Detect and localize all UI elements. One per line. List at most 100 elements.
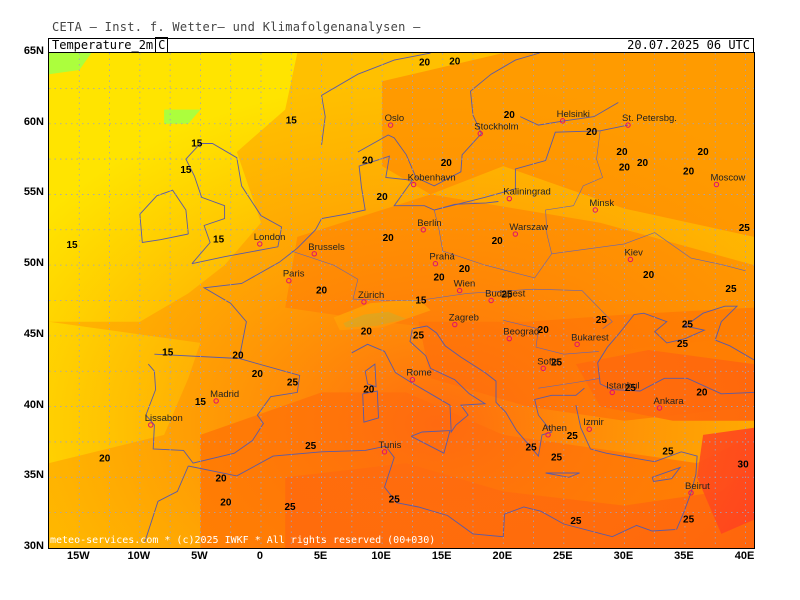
isotherm-label: 20 (698, 147, 710, 158)
lon-label-25E: 25E (553, 550, 573, 562)
isotherm-label: 25 (305, 441, 317, 452)
city-label: Wien (454, 279, 476, 290)
copyright-line: meteo-services.com * (c)2025 IWKF * All … (50, 535, 436, 546)
city-label: Helsinki (557, 109, 590, 120)
isotherm-label: 20 (419, 58, 431, 69)
isotherm-label: 25 (596, 315, 608, 326)
unit-label: C (155, 37, 169, 53)
lat-label-45N: 45N (23, 327, 44, 340)
city-label: Zürich (358, 290, 384, 301)
isotherm-label: 20 (361, 326, 373, 337)
city-label: Beirut (685, 481, 710, 492)
lon-label-40E: 40E (734, 550, 755, 562)
lat-label-65N: 65N (23, 45, 44, 57)
field-label-group: Temperature_2m C (52, 37, 169, 53)
lon-label-20E: 20E (492, 550, 513, 562)
isotherm-label: 20 (683, 167, 695, 178)
isotherm-label: 20 (586, 127, 598, 138)
city-label: Lissabon (145, 413, 183, 424)
isotherm-label: 25 (284, 502, 296, 513)
isotherm-label: 20 (215, 474, 227, 485)
isotherm-label: 25 (389, 495, 401, 506)
lon-label-5E: 5E (313, 550, 328, 562)
isotherm-label: 20 (377, 192, 389, 203)
city-label: Sofia (537, 356, 559, 367)
lon-label-15W: 15W (66, 550, 90, 562)
product-title: CETA — Inst. f. Wetter— und Klimafolgena… (52, 20, 421, 34)
city-label: Prahá (429, 252, 455, 263)
city-label: Kaliningrad (503, 187, 551, 198)
isotherm-label: 20 (538, 325, 550, 336)
lon-label-10E: 10E (371, 550, 391, 562)
isotherm-label: 15 (191, 138, 203, 149)
isotherm-label: 25 (677, 339, 689, 350)
isotherm-label: 20 (99, 454, 111, 465)
city-label: Izmir (583, 417, 604, 428)
city-label: Rome (406, 368, 431, 379)
isotherm-label: 20 (504, 110, 516, 121)
city-label: Moscow (710, 173, 745, 184)
lat-label-30N: 30N (23, 540, 44, 552)
isotherm-label: 25 (526, 442, 538, 453)
isotherm-label: 20 (696, 387, 708, 398)
city-label: Madrid (210, 389, 239, 400)
isotherm-label: 25 (413, 331, 425, 342)
isotherm-label: 20 (492, 236, 504, 247)
isotherm-label: 25 (682, 319, 694, 330)
city-label: Warszaw (509, 222, 548, 233)
isotherm-label: 25 (739, 223, 751, 234)
isotherm-label: 15 (162, 348, 174, 359)
city-label: Paris (283, 269, 305, 280)
isotherm-label: 20 (362, 155, 374, 166)
isotherm-label: 20 (459, 264, 471, 275)
isotherm-label: 20 (232, 350, 244, 361)
isotherm-label: 15 (180, 165, 192, 176)
lat-label-60N: 60N (23, 115, 44, 128)
isotherm-label: 20 (619, 162, 631, 173)
isotherm-label: 25 (287, 377, 299, 388)
lon-label-10W: 10W (127, 550, 151, 562)
city-label: Bukarest (571, 332, 609, 343)
city-label: Minsk (589, 198, 614, 209)
isotherm-label: 25 (570, 516, 582, 527)
isotherm-label: 30 (738, 459, 750, 470)
isotherm-label: 20 (316, 285, 328, 296)
isotherm-label: 20 (449, 56, 461, 67)
isotherm-label: 25 (551, 452, 563, 463)
isotherm-label: 15 (213, 235, 225, 246)
city-label: Stockholm (474, 122, 518, 133)
city-label: Beograd (503, 327, 539, 338)
city-label: Brussels (308, 242, 345, 253)
lon-label-15E: 15E (431, 550, 452, 562)
lat-label-35N: 35N (23, 469, 44, 482)
map-canvas: 20 20 15 20 20 20 20 20 15 15 20 20 20 20 20 25 15 15 20 20… (49, 53, 754, 548)
field-name: Temperature_2m (52, 38, 154, 52)
isotherm-label: 25 (567, 431, 579, 442)
city-label: London (254, 232, 286, 243)
lat-label-40N: 40N (23, 398, 44, 411)
map-header: Temperature_2m C 20.07.2025 06 UTC (48, 37, 754, 53)
city-label: St. Petersbg. (622, 113, 677, 124)
temperature-map: 20 20 15 20 20 20 20 20 15 15 20 20 20 20 20 25 15 15 20 20… (48, 52, 755, 549)
lon-label-0: 0 (256, 550, 264, 562)
isotherm-label: 20 (433, 273, 445, 284)
city-label: Zagreb (449, 313, 479, 324)
city-label: Athen (542, 423, 567, 434)
isotherm-label: 15 (286, 116, 298, 127)
isotherm-label: 20 (637, 158, 649, 169)
isotherm-label: 20 (252, 369, 264, 380)
city-label: Ankara (654, 396, 685, 407)
isotherm-label: 20 (441, 158, 453, 169)
city-label: Berlin (417, 218, 441, 229)
city-label: Istanbul (606, 380, 639, 391)
isotherm-label: 20 (383, 233, 395, 244)
city-label: Kiev (624, 247, 643, 258)
isotherm-label: 15 (415, 295, 427, 306)
isotherm-label: 20 (616, 147, 628, 158)
isotherm-label: 15 (66, 240, 78, 251)
lon-label-30E: 30E (613, 550, 634, 562)
isotherm-label: 20 (220, 498, 232, 509)
isotherm-label: 25 (725, 284, 737, 295)
isotherm-label: 25 (683, 515, 695, 526)
lon-label-5W: 5W (191, 550, 208, 562)
